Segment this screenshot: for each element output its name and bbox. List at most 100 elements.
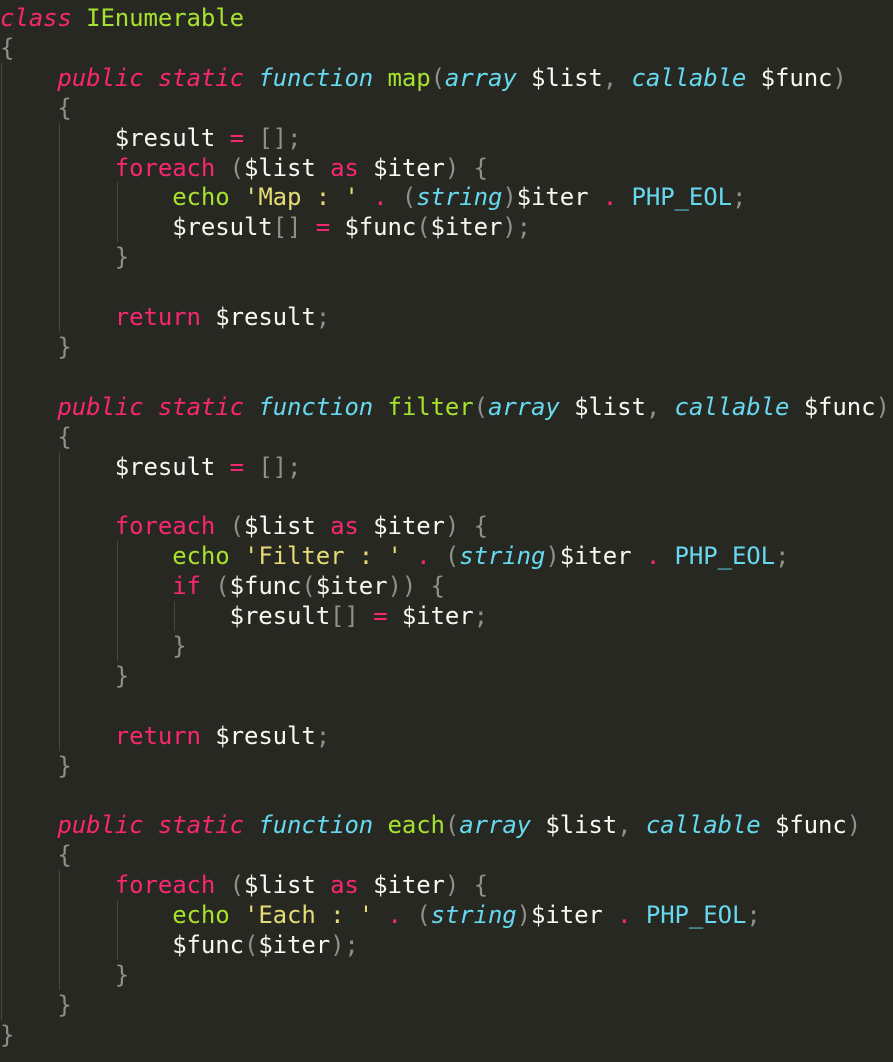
code-token: array bbox=[459, 811, 532, 840]
code-token: $result bbox=[229, 602, 331, 630]
code-token: ) bbox=[502, 183, 517, 212]
code-token: 'Filter : ' bbox=[243, 542, 402, 571]
code-line: { bbox=[0, 33, 14, 63]
code-token: if bbox=[172, 572, 201, 601]
code-token: ) bbox=[875, 392, 890, 421]
code-token: ( bbox=[215, 572, 230, 601]
code-token: { bbox=[57, 841, 72, 870]
code-token: . bbox=[387, 901, 402, 929]
code-token: ) bbox=[545, 542, 560, 571]
code-line: } bbox=[0, 990, 72, 1020]
code-token: ( bbox=[430, 63, 445, 92]
code-token: ) { bbox=[444, 871, 488, 900]
code-line: public static function each(array $list,… bbox=[0, 810, 861, 840]
code-token: ; bbox=[731, 183, 747, 212]
code-token: ( bbox=[444, 542, 460, 571]
code-token: $iter bbox=[373, 871, 445, 900]
code-token: filter bbox=[387, 392, 474, 421]
code-token: { bbox=[0, 33, 15, 62]
code-line: foreach ($list as $iter) { bbox=[0, 153, 488, 183]
code-token: . bbox=[416, 542, 431, 571]
code-line: $result = []; bbox=[0, 123, 302, 153]
code-token: []; bbox=[258, 123, 302, 152]
code-token: $func bbox=[172, 930, 244, 959]
code-token: } bbox=[57, 751, 72, 780]
code-token: { bbox=[57, 422, 72, 451]
code-token: foreach bbox=[114, 153, 216, 182]
code-token: callable bbox=[674, 392, 790, 421]
code-token: , bbox=[645, 392, 675, 421]
code-token: } bbox=[114, 661, 130, 690]
code-token: = bbox=[229, 452, 244, 481]
code-token: function bbox=[258, 811, 374, 840]
code-token: callable bbox=[631, 63, 747, 92]
code-token: $iter bbox=[373, 512, 445, 541]
code-token: each bbox=[387, 811, 446, 840]
code-token: string bbox=[430, 901, 517, 929]
code-line: } bbox=[0, 242, 129, 272]
code-token: public bbox=[57, 811, 144, 840]
code-token: ( bbox=[301, 572, 316, 601]
code-token: as bbox=[330, 512, 359, 541]
code-line: $result = []; bbox=[0, 452, 302, 482]
code-token: } bbox=[114, 243, 130, 272]
code-token: return bbox=[114, 303, 201, 331]
code-token: ) bbox=[516, 901, 532, 929]
code-line: return $result; bbox=[0, 721, 330, 751]
code-token: = bbox=[229, 123, 244, 152]
code-token: as bbox=[330, 153, 359, 182]
code-token: } bbox=[57, 332, 72, 361]
code-token: echo bbox=[172, 901, 230, 929]
code-token: $iter bbox=[559, 542, 632, 571]
code-line: foreach ($list as $iter) { bbox=[0, 511, 488, 541]
code-token: function bbox=[258, 63, 374, 92]
code-token: { bbox=[57, 93, 72, 122]
code-token: ; bbox=[775, 542, 790, 571]
code-token: callable bbox=[645, 811, 761, 840]
code-token: ( bbox=[229, 871, 244, 900]
code-token: public bbox=[57, 392, 144, 421]
code-line: echo 'Filter : ' . (string)$iter . PHP_E… bbox=[0, 541, 789, 571]
code-token: [] bbox=[330, 602, 359, 630]
code-line: } bbox=[0, 1020, 14, 1050]
code-token: ) { bbox=[444, 512, 488, 541]
code-token: [] bbox=[272, 213, 302, 242]
code-line: echo 'Map : ' . (string)$iter . PHP_EOL; bbox=[0, 182, 746, 212]
code-line: } bbox=[0, 332, 72, 362]
code-editor[interactable]: class IEnumerable{ public static functio… bbox=[0, 0, 893, 1062]
code-token: } bbox=[57, 990, 72, 1019]
code-token: static bbox=[157, 63, 244, 92]
code-token: static bbox=[157, 811, 244, 840]
code-token: 'Map : ' bbox=[243, 183, 359, 212]
